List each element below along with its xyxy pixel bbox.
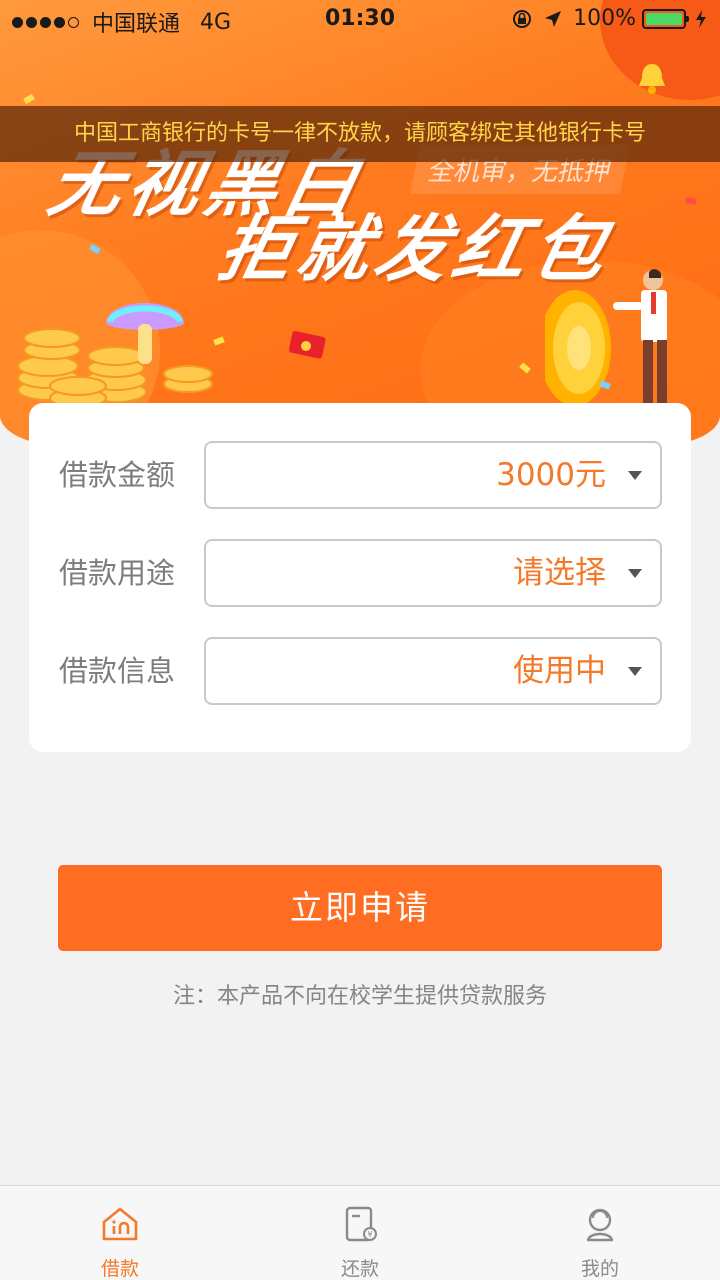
loan-purpose-label: 借款用途 xyxy=(59,556,176,590)
battery-icon xyxy=(642,8,689,29)
loan-info-row: 借款信息 使用中 xyxy=(29,637,691,705)
tab-loan[interactable]: 借款 xyxy=(0,1186,240,1280)
tab-loan-label: 借款 xyxy=(100,1258,139,1280)
tab-repay-label: 还款 xyxy=(340,1258,379,1280)
loan-info-label: 借款信息 xyxy=(59,654,176,688)
repay-icon: ¥ xyxy=(345,1206,377,1242)
orientation-lock-icon xyxy=(513,9,532,28)
tab-repay[interactable]: ¥ 还款 xyxy=(240,1186,480,1280)
profile-icon xyxy=(586,1208,614,1242)
loan-purpose-select[interactable]: 请选择 xyxy=(204,539,662,607)
loan-purpose-row: 借款用途 请选择 xyxy=(29,539,691,607)
loan-form: 借款金额 3000元 借款用途 请选择 借款信息 使用中 xyxy=(29,403,691,752)
tab-profile[interactable]: 我的 xyxy=(480,1186,720,1280)
loan-amount-row: 借款金额 3000元 xyxy=(29,441,691,509)
location-arrow-icon xyxy=(545,10,562,27)
red-envelope-icon xyxy=(288,331,326,359)
tab-profile-label: 我的 xyxy=(580,1258,619,1280)
battery-percent: 100% xyxy=(573,6,636,31)
loan-amount-select[interactable]: 3000元 xyxy=(204,441,662,509)
loan-amount-value: 3000元 xyxy=(496,457,606,493)
charging-bolt-icon xyxy=(696,9,706,28)
home-icon xyxy=(102,1207,138,1241)
confetti xyxy=(23,93,35,105)
loan-purpose-value: 请选择 xyxy=(513,555,606,591)
status-bar: 中国联通 4G 01:30 100% xyxy=(0,0,720,40)
promo-banner[interactable]: 无视黑白 拒就发红包 全机审，无抵押 xyxy=(0,0,720,445)
chevron-down-icon xyxy=(628,667,642,676)
loan-info-value: 使用中 xyxy=(513,653,606,689)
bottom-tab-bar: 借款 ¥ 还款 我的 xyxy=(0,1185,720,1280)
svg-text:¥: ¥ xyxy=(367,1230,372,1239)
apply-now-button[interactable]: 立即申请 xyxy=(58,865,662,951)
loan-amount-label: 借款金额 xyxy=(59,458,176,492)
chevron-down-icon xyxy=(628,471,642,480)
notice-banner: 中国工商银行的卡号一律不放款，请顾客绑定其他银行卡号 xyxy=(0,106,720,162)
businessman-illustration xyxy=(545,269,667,406)
loan-info-select[interactable]: 使用中 xyxy=(204,637,662,705)
chevron-down-icon xyxy=(628,569,642,578)
disclaimer-note: 注：本产品不向在校学生提供贷款服务 xyxy=(172,984,547,1009)
bell-icon xyxy=(639,64,665,94)
mushroom-icon xyxy=(106,303,184,364)
